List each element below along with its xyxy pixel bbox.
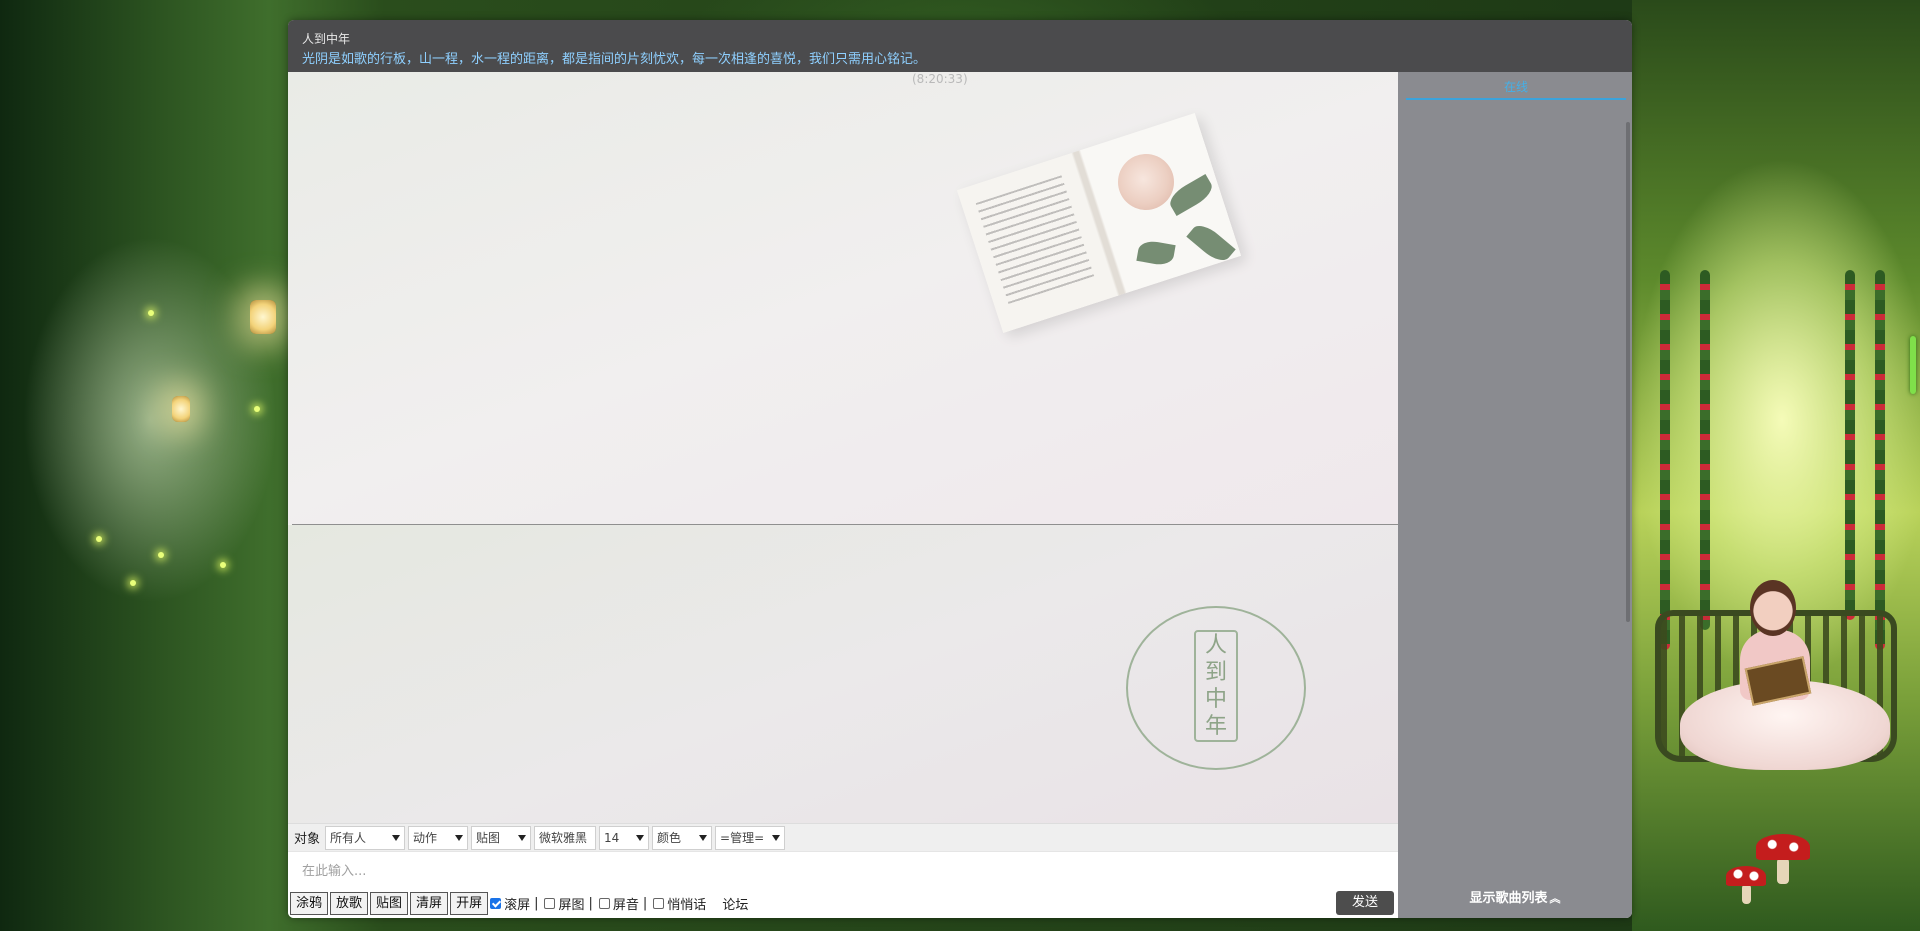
send-button[interactable]: 发送 xyxy=(1336,891,1394,915)
checkbox-icon[interactable] xyxy=(544,898,556,909)
sticker-select[interactable]: 贴图 xyxy=(471,825,532,850)
firefly xyxy=(148,310,154,316)
tab-online[interactable]: 在线 xyxy=(1406,78,1626,100)
show-song-list-button[interactable]: 显示歌曲列表 ︽ xyxy=(1398,887,1632,906)
room-motto: 光阴是如歌的行板，山一程，水一程的距离，都是指间的片刻忧欢，每一次相逢的喜悦，我… xyxy=(302,52,927,67)
open-screen-button[interactable]: 开屏 xyxy=(450,892,489,915)
target-label: 对象 xyxy=(294,832,321,847)
mushroom-icon xyxy=(1726,866,1766,886)
mushroom-stem xyxy=(1777,858,1789,884)
flower-rope-right-2 xyxy=(1875,270,1885,650)
room-title: 人到中年 xyxy=(302,32,351,46)
chevron-down-icon xyxy=(636,834,645,841)
message-timestamp: (8:20:33) xyxy=(912,72,968,86)
firefly xyxy=(220,562,226,568)
target-select[interactable]: 所有人 xyxy=(325,825,406,850)
separator: | xyxy=(588,896,593,911)
font-select[interactable]: 微软雅黑 xyxy=(534,825,597,850)
lantern-small xyxy=(172,396,190,422)
action-bar: 涂鸦 放歌 贴图 清屏 开屏 滚屏 | 屏图 | 屏音 | 悄悄话 论坛 发送 xyxy=(288,889,1398,918)
forum-link[interactable]: 论坛 xyxy=(722,894,748,913)
message-input-row xyxy=(288,851,1398,890)
clear-screen-button[interactable]: 清屏 xyxy=(410,892,449,915)
message-area[interactable]: (8:20:33) xyxy=(288,72,1398,524)
whisper-checkbox[interactable]: 悄悄话 xyxy=(653,894,706,913)
play-song-button[interactable]: 放歌 xyxy=(330,892,369,915)
private-message-area[interactable]: 人 到 中 年 xyxy=(288,525,1398,823)
block-image-checkbox[interactable]: 屏图 xyxy=(544,894,585,913)
checkbox-icon[interactable] xyxy=(653,898,665,909)
flower-rope-right xyxy=(1845,270,1855,620)
message-toolbar: 对象 所有人 动作 贴图 微软雅黑 14 颜色 =管理= xyxy=(288,823,1398,851)
checkbox-checked-icon[interactable] xyxy=(490,898,502,909)
firefly xyxy=(254,406,260,412)
action-select[interactable]: 动作 xyxy=(408,825,469,850)
flower-rope-left-2 xyxy=(1700,270,1710,630)
post-image-button[interactable]: 贴图 xyxy=(370,892,409,915)
separator: | xyxy=(534,896,539,911)
mushroom-icon xyxy=(1756,834,1810,860)
sidebar-scrollbar[interactable] xyxy=(1626,122,1630,622)
chevron-down-icon xyxy=(699,834,708,841)
checkbox-icon[interactable] xyxy=(598,898,610,909)
message-input[interactable] xyxy=(288,852,1304,890)
firefly xyxy=(158,552,164,558)
firefly xyxy=(130,580,136,586)
chevron-down-icon xyxy=(455,834,464,841)
separator: | xyxy=(642,896,648,911)
lantern-left xyxy=(250,300,276,334)
font-size-select[interactable]: 14 xyxy=(599,825,650,850)
chevron-up-icon: ︽ xyxy=(1549,892,1561,905)
chevron-down-icon xyxy=(392,834,401,841)
firefly xyxy=(96,536,102,542)
room-logo-seal: 人 到 中 年 xyxy=(1126,606,1306,770)
room-header: 人到中年 光阴是如歌的行板，山一程，水一程的距离，都是指间的片刻忧欢，每一次相逢… xyxy=(288,20,1632,72)
page-scroll-indicator[interactable] xyxy=(1910,336,1916,394)
mushroom-stem xyxy=(1742,884,1751,904)
girl-head xyxy=(1750,580,1796,636)
chat-window: 人到中年 光阴是如歌的行板，山一程，水一程的距离，都是指间的片刻忧欢，每一次相逢… xyxy=(288,20,1632,918)
flower-rope-left xyxy=(1660,270,1670,650)
color-select[interactable]: 颜色 xyxy=(652,825,713,850)
chevron-down-icon xyxy=(772,834,781,841)
scroll-checkbox[interactable]: 滚屏 xyxy=(490,894,530,913)
doodle-button[interactable]: 涂鸦 xyxy=(290,892,329,915)
book-decoration xyxy=(956,113,1242,333)
rose-decoration xyxy=(1118,154,1174,210)
admin-select[interactable]: =管理= xyxy=(715,825,786,850)
room-logo-text: 人 到 中 年 xyxy=(1194,630,1238,742)
chevron-down-icon xyxy=(518,834,527,841)
block-sound-checkbox[interactable]: 屏音 xyxy=(598,894,639,913)
user-sidebar: 在线 显示歌曲列表 ︽ xyxy=(1398,72,1632,918)
